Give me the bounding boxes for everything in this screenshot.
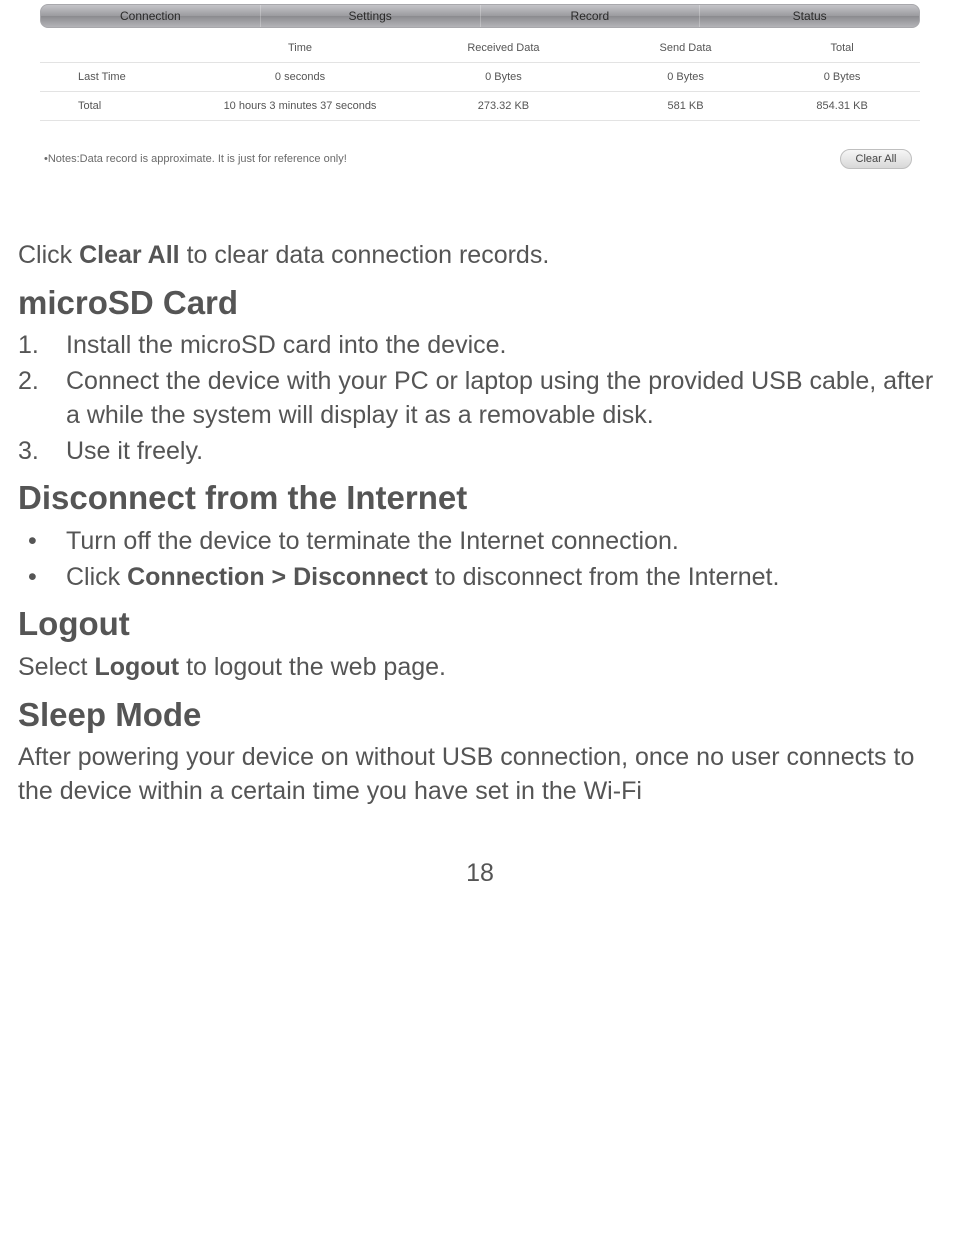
table-header-row: Time Received Data Send Data Total <box>40 34 920 63</box>
page-number: 18 <box>18 859 942 888</box>
cell-send: 581 KB <box>607 92 764 121</box>
list-item: 3. Use it freely. <box>18 435 942 469</box>
clear-all-button[interactable]: Clear All <box>840 149 912 169</box>
paragraph-clear-all: Click Clear All to clear data connection… <box>18 239 942 273</box>
list-item: 1. Install the microSD card into the dev… <box>18 329 942 363</box>
data-record-figure: Connection Settings Record Status Time R… <box>40 4 920 169</box>
text: to clear data connection records. <box>180 241 550 269</box>
tab-connection[interactable]: Connection <box>41 5 261 27</box>
microsd-steps: 1. Install the microSD card into the dev… <box>18 329 942 468</box>
list-text: Turn off the device to terminate the Int… <box>66 525 942 559</box>
heading-disconnect: Disconnect from the Internet <box>18 476 942 521</box>
cell-total: 0 Bytes <box>764 63 920 92</box>
col-send: Send Data <box>607 34 764 63</box>
row-label: Last Time <box>40 63 200 92</box>
tab-status[interactable]: Status <box>700 5 919 27</box>
list-number: 2. <box>18 365 66 433</box>
tab-settings[interactable]: Settings <box>261 5 481 27</box>
notes-text: •Notes:Data record is approximate. It is… <box>44 153 347 165</box>
text: Select <box>18 653 94 681</box>
bold-logout: Logout <box>94 653 179 681</box>
col-recv: Received Data <box>400 34 607 63</box>
bold-clear-all: Clear All <box>79 241 180 269</box>
paragraph-sleep: After powering your device on without US… <box>18 741 942 809</box>
list-item: 2. Connect the device with your PC or la… <box>18 365 942 433</box>
list-item: • Click Connection > Disconnect to disco… <box>18 561 942 595</box>
bullet-icon: • <box>18 525 66 559</box>
cell-time: 0 seconds <box>200 63 400 92</box>
cell-recv: 0 Bytes <box>400 63 607 92</box>
list-text: Connect the device with your PC or lapto… <box>66 365 942 433</box>
bullet-icon: • <box>18 561 66 595</box>
heading-sleep-mode: Sleep Mode <box>18 693 942 738</box>
heading-logout: Logout <box>18 602 942 647</box>
list-number: 3. <box>18 435 66 469</box>
text: Click <box>66 563 127 591</box>
list-number: 1. <box>18 329 66 363</box>
tab-record[interactable]: Record <box>481 5 701 27</box>
cell-send: 0 Bytes <box>607 63 764 92</box>
heading-microsd: microSD Card <box>18 281 942 326</box>
list-text: Use it freely. <box>66 435 942 469</box>
list-text: Click Connection > Disconnect to disconn… <box>66 561 942 595</box>
data-record-table: Time Received Data Send Data Total Last … <box>40 34 920 121</box>
row-label: Total <box>40 92 200 121</box>
col-time: Time <box>200 34 400 63</box>
text: to disconnect from the Internet. <box>428 563 780 591</box>
cell-recv: 273.32 KB <box>400 92 607 121</box>
list-item: • Turn off the device to terminate the I… <box>18 525 942 559</box>
bold-connection-disconnect: Connection > Disconnect <box>127 563 428 591</box>
col-blank <box>40 34 200 63</box>
col-total: Total <box>764 34 920 63</box>
disconnect-list: • Turn off the device to terminate the I… <box>18 525 942 595</box>
text: to logout the web page. <box>179 653 446 681</box>
cell-total: 854.31 KB <box>764 92 920 121</box>
list-text: Install the microSD card into the device… <box>66 329 942 363</box>
text: Click <box>18 241 79 269</box>
cell-time: 10 hours 3 minutes 37 seconds <box>200 92 400 121</box>
table-row: Total 10 hours 3 minutes 37 seconds 273.… <box>40 92 920 121</box>
table-row: Last Time 0 seconds 0 Bytes 0 Bytes 0 By… <box>40 63 920 92</box>
paragraph-logout: Select Logout to logout the web page. <box>18 651 942 685</box>
tab-bar: Connection Settings Record Status <box>40 4 920 28</box>
